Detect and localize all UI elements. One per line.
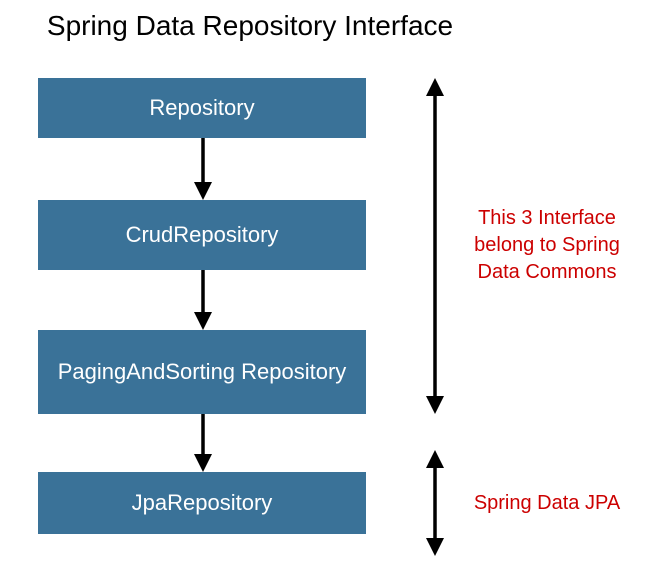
box-crud-repository: CrudRepository [38,200,366,270]
down-arrow-icon [188,270,218,330]
annotation-spring-data-jpa: Spring Data JPA [452,490,642,517]
box-paging-sorting-repository: PagingAndSorting Repository [38,330,366,414]
down-arrow-icon [188,414,218,472]
box-jpa-repository-label: JpaRepository [132,490,273,516]
range-arrow-commons-icon [420,78,450,414]
box-crud-repository-label: CrudRepository [126,222,279,248]
box-repository-label: Repository [149,95,254,121]
box-paging-sorting-repository-label: PagingAndSorting Repository [58,359,347,385]
page-title: Spring Data Repository Interface [0,10,500,42]
annotation-spring-data-commons: This 3 Interface belong to Spring Data C… [452,205,642,286]
box-jpa-repository: JpaRepository [38,472,366,534]
box-repository: Repository [38,78,366,138]
range-arrow-jpa-icon [420,450,450,556]
down-arrow-icon [188,138,218,200]
